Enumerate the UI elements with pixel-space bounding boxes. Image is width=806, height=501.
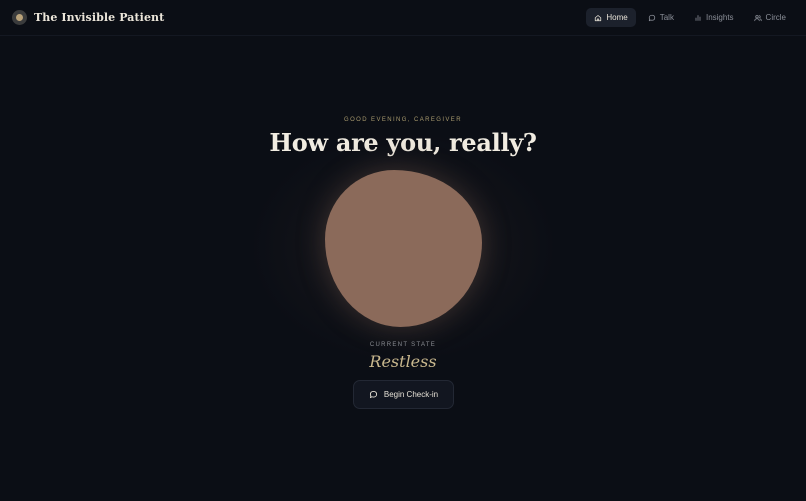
- nav-item-label: Home: [606, 13, 628, 22]
- nav-item-label: Circle: [765, 13, 786, 22]
- bar-chart-icon: [695, 14, 701, 21]
- brand-logo-dot: [16, 14, 23, 21]
- nav-item-label: Insights: [705, 13, 734, 22]
- home-icon: [595, 14, 602, 21]
- nav-item-label: Talk: [659, 13, 674, 22]
- begin-checkin-label: Begin Check-in: [383, 390, 439, 399]
- chat-bubble-icon: [648, 14, 655, 21]
- brand-logo-icon: [12, 10, 27, 25]
- greeting-text: GOOD EVENING, CAREGIVER: [344, 117, 462, 123]
- people-icon: [753, 14, 762, 21]
- chat-bubble-icon: [369, 390, 377, 399]
- nav-item-circle[interactable]: Circle: [746, 8, 794, 27]
- begin-checkin-button[interactable]: Begin Check-in: [353, 380, 454, 409]
- current-state-label: CURRENT STATE: [369, 342, 437, 348]
- nav-item-home[interactable]: Home: [586, 8, 636, 27]
- main-content: GOOD EVENING, CAREGIVER How are you, rea…: [0, 36, 806, 501]
- app-header: The Invisible Patient Home Talk Insights: [0, 0, 806, 36]
- brand[interactable]: The Invisible Patient: [12, 10, 164, 25]
- nav-item-insights[interactable]: Insights: [686, 8, 742, 27]
- nav-item-talk[interactable]: Talk: [640, 8, 682, 27]
- current-state-value: Restless: [369, 352, 437, 371]
- main-nav: Home Talk Insights Circle: [586, 8, 794, 27]
- brand-title: The Invisible Patient: [34, 11, 165, 24]
